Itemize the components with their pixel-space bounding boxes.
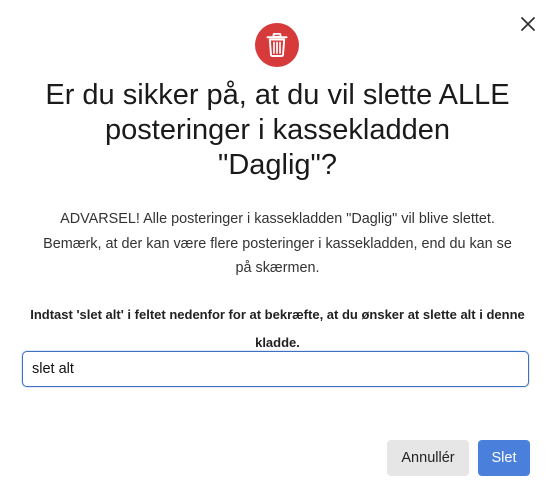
- dialog-title: Er du sikker på, at du vil slette ALLE p…: [45, 79, 510, 181]
- warning-line: på skærmen.: [235, 260, 320, 276]
- confirm-delete-dialog: Er du sikker på, at du vil slette ALLE p…: [0, 0, 555, 498]
- close-button[interactable]: [517, 13, 539, 35]
- warning-line: ADVARSEL! Alle posteringer i kassekladde…: [60, 211, 495, 227]
- trash-icon: [266, 33, 288, 57]
- warning-message: ADVARSEL! Alle posteringer i kassekladde…: [20, 207, 535, 281]
- delete-button[interactable]: Slet: [478, 440, 530, 476]
- warning-line: Bemærk, at der kan være flere posteringe…: [43, 235, 512, 252]
- cancel-button[interactable]: Annullér: [387, 440, 469, 476]
- close-icon[interactable]: [521, 17, 535, 31]
- confirm-text-input[interactable]: [22, 351, 529, 387]
- trash-icon-badge: [255, 23, 299, 67]
- confirm-instruction: Indtast 'slet alt' i feltet nedenfor for…: [30, 307, 525, 350]
